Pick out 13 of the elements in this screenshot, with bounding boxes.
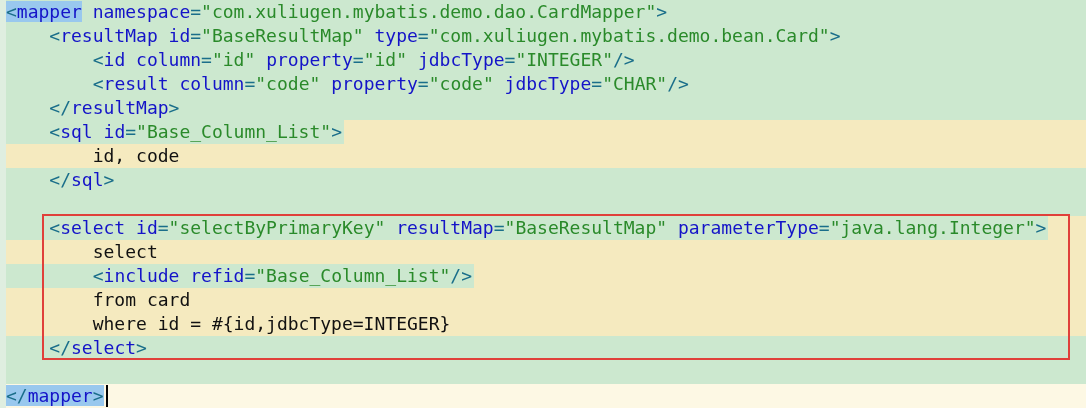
- code-line: </sql>: [48, 168, 116, 192]
- code-line: </resultMap>: [48, 96, 181, 120]
- code-line: <result column="code" property="code" jdbcType="CHAR"/>: [91, 72, 690, 96]
- code-line: id, code: [91, 144, 181, 168]
- code-line: <id column="id" property="id" jdbcType="INTEGER"/>: [91, 48, 636, 72]
- code-line: </mapper>: [6, 384, 105, 408]
- code-line: from card: [91, 288, 192, 312]
- text-cursor: [105, 385, 108, 407]
- code-line: select: [91, 240, 159, 264]
- code-line: <mapper namespace="com.xuliugen.mybatis.demo.dao.CardMapper">: [6, 0, 669, 24]
- code-line: </select>: [48, 336, 148, 360]
- code-line: <resultMap id="BaseResultMap" type="com.xuliugen.mybatis.demo.bean.Card">: [48, 24, 842, 48]
- code-line: where id = #{id,jdbcType=INTEGER}: [91, 312, 452, 336]
